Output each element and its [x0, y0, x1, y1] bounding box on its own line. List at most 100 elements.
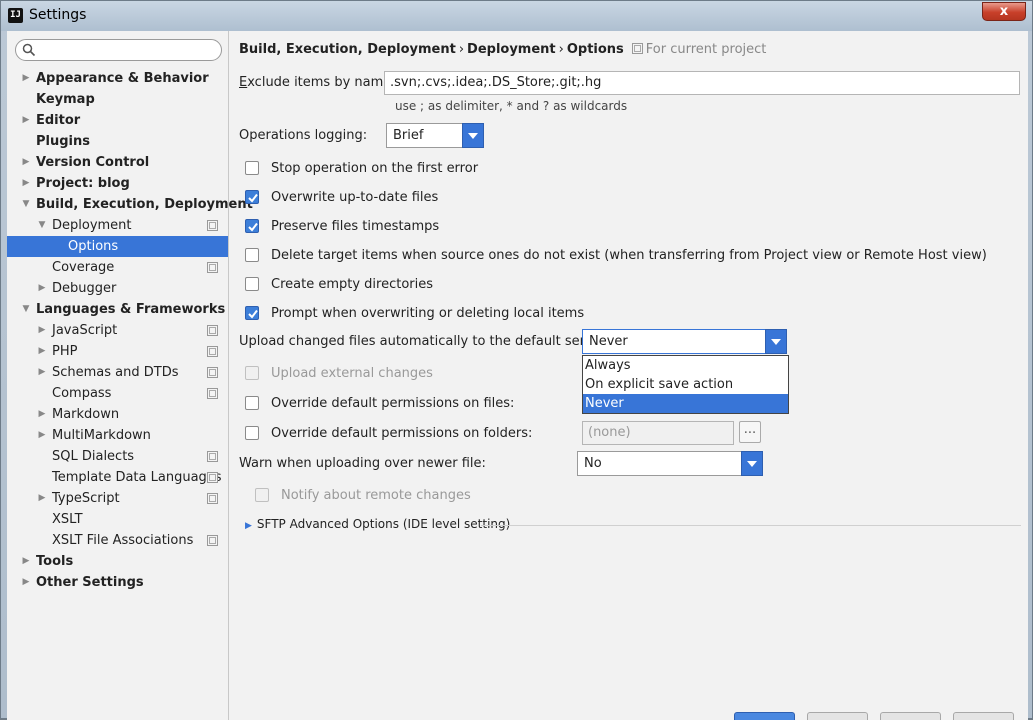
chevron-right-icon[interactable]: ▶ [36, 320, 48, 341]
upload-auto-select[interactable]: Never [582, 329, 787, 354]
sidebar-item-template-data-languages[interactable]: Template Data Languages [7, 467, 228, 488]
sidebar-item-javascript[interactable]: ▶ JavaScript [7, 320, 228, 341]
browse-permissions-button[interactable]: ... [739, 421, 761, 443]
exclude-items-label: Exclude items by name: [239, 75, 396, 90]
settings-sidebar: ▶ Appearance & Behavior Keymap ▶ Editor Plugi… [7, 31, 253, 720]
sidebar-item-editor[interactable]: ▶ Editor [7, 110, 228, 131]
chevron-down-icon[interactable]: ▼ [36, 215, 48, 236]
chevron-right-icon[interactable]: ▶ [36, 278, 48, 299]
sidebar-item-plugins[interactable]: Plugins [7, 131, 228, 152]
sidebar-item-coverage[interactable]: Coverage [7, 257, 228, 278]
sidebar-item-label: Coverage [52, 260, 115, 275]
settings-window: IJ Settings x ▶ Appearance & Behavior Keym… [0, 0, 1033, 720]
project-scope-icon [631, 43, 643, 54]
checkmark-icon [248, 193, 258, 203]
chevron-down-icon[interactable] [765, 329, 787, 354]
chevron-right-icon[interactable]: ▶ [20, 110, 32, 131]
chevron-down-icon[interactable] [741, 451, 763, 476]
title-bar[interactable]: IJ Settings x [1, 1, 1032, 31]
checkbox-label: Create empty directories [271, 277, 434, 292]
sidebar-item-schemas-and-dtds[interactable]: ▶ Schemas and DTDs [7, 362, 228, 383]
settings-client-area: ▶ Appearance & Behavior Keymap ▶ Editor Plugi… [7, 31, 1028, 720]
operations-logging-value: Brief [393, 128, 424, 143]
breadcrumb-separator: › [458, 42, 465, 57]
operations-logging-label: Operations logging: [239, 128, 368, 143]
chevron-right-icon[interactable]: ▶ [36, 362, 48, 383]
checkbox[interactable] [245, 190, 259, 204]
project-scope-icon [207, 262, 218, 273]
operations-logging-select[interactable]: Brief [386, 123, 484, 148]
chevron-right-icon[interactable]: ▶ [20, 68, 32, 89]
sidebar-item-options[interactable]: Options [7, 236, 228, 257]
chevron-right-icon[interactable]: ▶ [20, 551, 32, 572]
option-never[interactable]: Never [583, 394, 788, 413]
breadcrumb-build: Build, Execution, Deployment [239, 42, 456, 57]
sidebar-item-label: Tools [36, 554, 74, 569]
sidebar-item-languages-frameworks[interactable]: ▼ Languages & Frameworks [7, 299, 228, 320]
sidebar-item-label: XSLT [52, 512, 83, 527]
sidebar-item-label: Version Control [36, 155, 150, 170]
checkbox[interactable] [245, 426, 259, 440]
option-always[interactable]: Always [583, 356, 788, 375]
exclude-items-hint: use ; as delimiter, * and ? as wildcards [395, 99, 628, 113]
sidebar-item-markdown[interactable]: ▶ Markdown [7, 404, 228, 425]
checkbox-label: Delete target items when source ones do … [271, 248, 987, 263]
project-scope-note: For current project [631, 42, 766, 57]
upload-auto-options-list[interactable]: Always On explicit save action (Ctrl+S) … [582, 355, 789, 414]
chevron-right-icon[interactable]: ▶ [20, 152, 32, 173]
chevron-down-icon[interactable]: ▼ [20, 194, 32, 215]
checkbox-label: Notify about remote changes [281, 488, 471, 503]
sidebar-item-php[interactable]: ▶ PHP [7, 341, 228, 362]
sidebar-item-label: Keymap [36, 92, 95, 107]
sidebar-item-appearance-behavior[interactable]: ▶ Appearance & Behavior [7, 68, 228, 89]
sidebar-item-keymap[interactable]: Keymap [7, 89, 228, 110]
checkbox[interactable] [245, 248, 259, 262]
sftp-divider [481, 525, 1021, 526]
chevron-right-icon[interactable]: ▶ [20, 572, 32, 593]
options-panel: Build, Execution, Deployment › Deployment ›… [229, 31, 1028, 720]
sidebar-item-build-execution-deployment[interactable]: ▼ Build, Execution, Deployment [7, 194, 253, 215]
sidebar-item-xslt-file-associations[interactable]: XSLT File Associations [7, 530, 228, 551]
sftp-advanced-toggle[interactable]: ▶ SFTP Advanced Options (IDE level settin… [245, 517, 510, 531]
expand-arrow-icon: ▶ [245, 521, 252, 531]
chevron-right-icon[interactable]: ▶ [36, 404, 48, 425]
sidebar-item-other-settings[interactable]: ▶ Other Settings [7, 572, 228, 593]
exclude-items-input[interactable]: .svn;.cvs;.idea;.DS_Store;.git;.hg [384, 71, 1020, 95]
sidebar-item-typescript[interactable]: ▶ TypeScript [7, 488, 228, 509]
sidebar-item-debugger[interactable]: ▶ Debugger [7, 278, 228, 299]
checkbox[interactable] [245, 161, 259, 175]
sidebar-item-compass[interactable]: Compass [7, 383, 228, 404]
sidebar-item-sql-dialects[interactable]: SQL Dialects [7, 446, 228, 467]
sidebar-item-tools[interactable]: ▶ Tools [7, 551, 228, 572]
chevron-right-icon[interactable]: ▶ [36, 425, 48, 446]
chevron-right-icon[interactable]: ▶ [36, 488, 48, 509]
search-icon [22, 43, 36, 57]
checkbox[interactable] [245, 277, 259, 291]
option-explicit-save[interactable]: On explicit save action (Ctrl+S) [583, 375, 788, 411]
chevron-right-icon[interactable]: ▶ [20, 173, 32, 194]
project-scope-icon [207, 325, 218, 336]
warn-newer-value: No [584, 456, 602, 471]
checkbox[interactable] [245, 219, 259, 233]
sidebar-item-xslt[interactable]: XSLT [7, 509, 228, 530]
warn-newer-select[interactable]: No [577, 451, 763, 476]
checkbox [255, 488, 269, 502]
project-scope-icon [207, 493, 218, 504]
checkbox[interactable] [245, 306, 259, 320]
project-scope-icon [207, 451, 218, 462]
close-button[interactable]: x [982, 2, 1026, 21]
app-icon: IJ [8, 8, 23, 23]
sidebar-item-version-control[interactable]: ▶ Version Control [7, 152, 228, 173]
sidebar-item-project-blog[interactable]: ▶ Project: blog [7, 173, 228, 194]
upload-auto-value: Never [589, 334, 628, 349]
chevron-down-icon[interactable]: ▼ [20, 299, 32, 320]
sidebar-item-multimarkdown[interactable]: ▶ MultiMarkdown [7, 425, 228, 446]
sidebar-item-deployment[interactable]: ▼ Deployment [7, 215, 228, 236]
chevron-down-icon[interactable] [462, 123, 484, 148]
checkbox[interactable] [245, 396, 259, 410]
sidebar-item-label: Plugins [36, 134, 90, 149]
search-input[interactable] [15, 39, 222, 61]
chevron-right-icon[interactable]: ▶ [36, 341, 48, 362]
sidebar-item-label: PHP [52, 344, 78, 359]
breadcrumb-separator: › [558, 42, 564, 57]
